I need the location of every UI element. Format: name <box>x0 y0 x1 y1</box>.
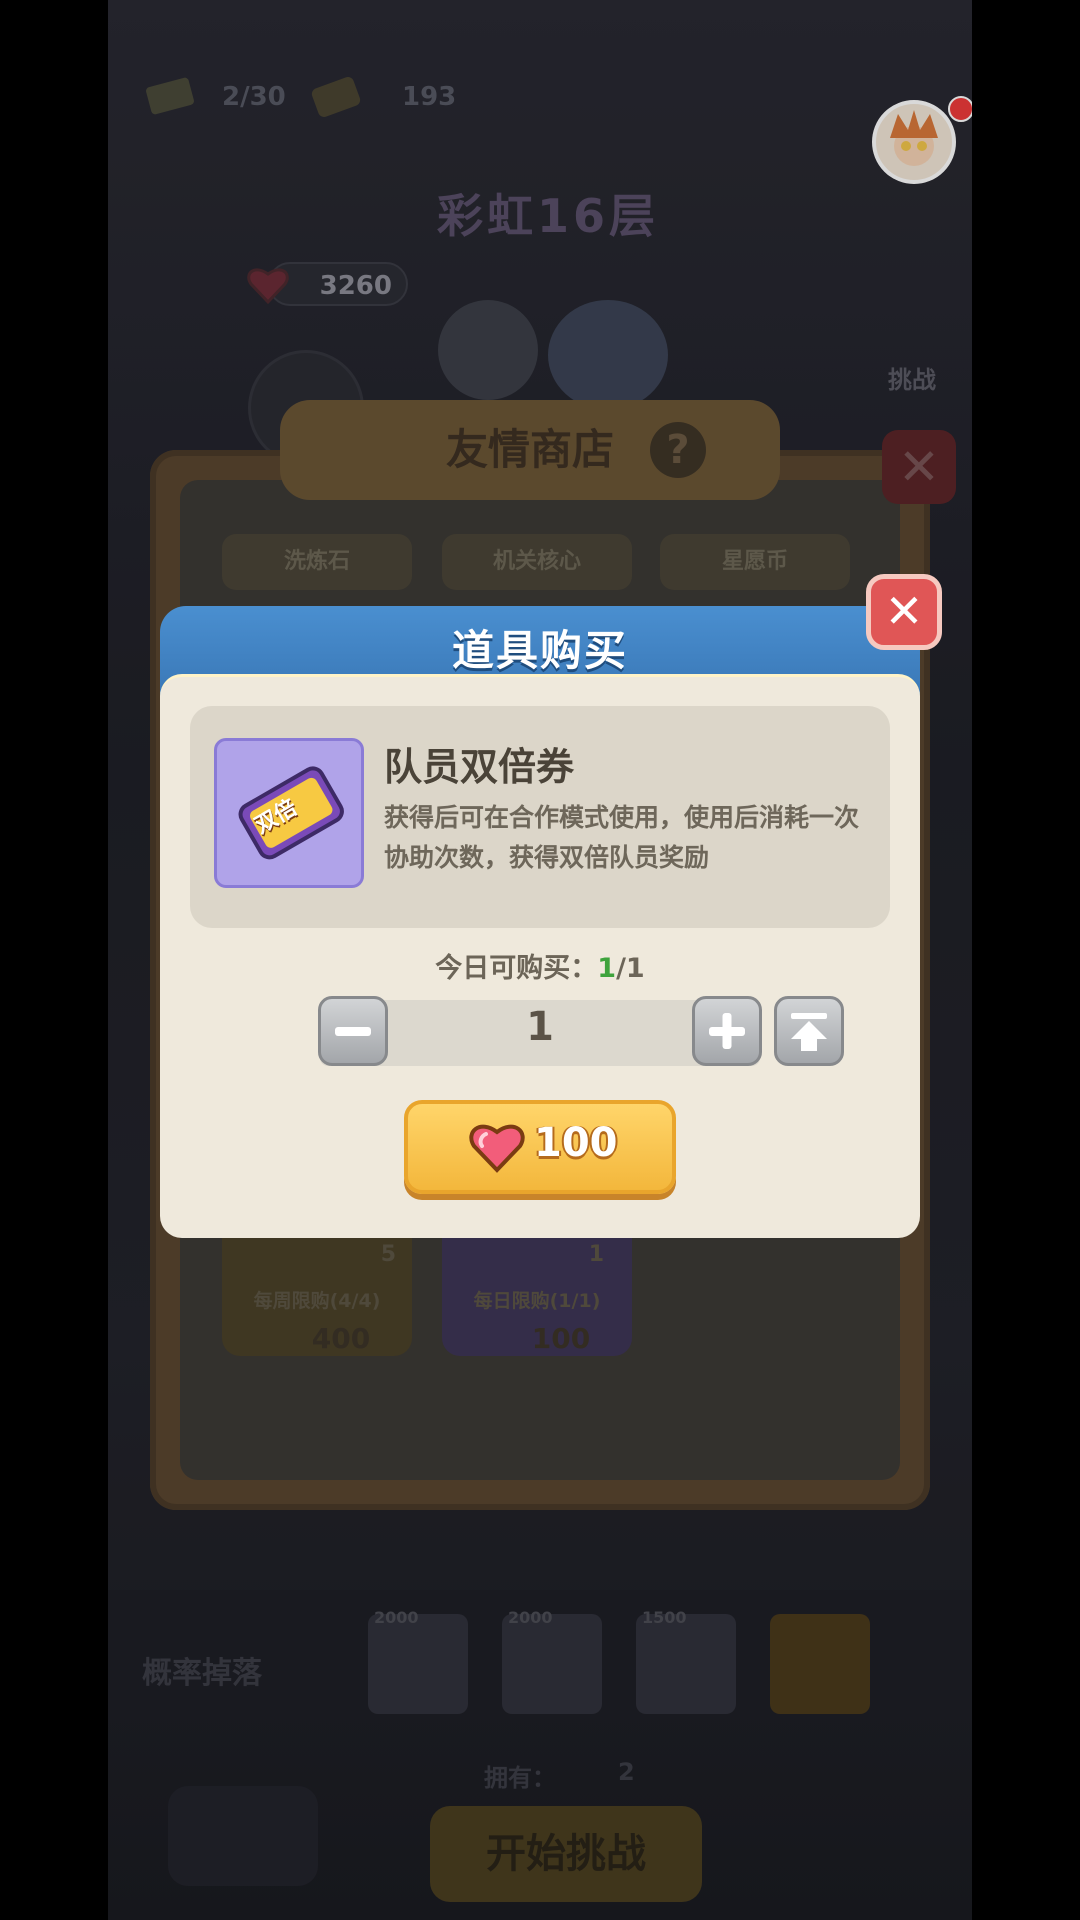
buy-price: 100 <box>534 1120 618 1166</box>
daily-limit: 今日可购买：1/1 <box>160 946 920 985</box>
minus-icon <box>335 1027 371 1036</box>
limit-current: 1 <box>597 953 617 984</box>
modal-close-button[interactable]: ✕ <box>866 574 942 650</box>
decrease-button[interactable] <box>318 996 388 1066</box>
max-icon <box>791 1013 827 1051</box>
max-button[interactable] <box>774 996 844 1066</box>
limit-label: 今日可购买： <box>435 953 598 984</box>
heart-icon <box>468 1118 526 1174</box>
close-icon: ✕ <box>884 584 924 638</box>
item-description: 获得后可在合作模式使用，使用后消耗一次协助次数，获得双倍队员奖励 <box>384 803 860 872</box>
plus-icon <box>709 1013 745 1049</box>
quantity-value[interactable]: 1 <box>490 1004 590 1050</box>
increase-button[interactable] <box>692 996 762 1066</box>
ticket-icon: 双倍 <box>214 738 364 888</box>
item-name: 队员双倍券 <box>384 745 575 789</box>
limit-total: /1 <box>616 953 645 984</box>
